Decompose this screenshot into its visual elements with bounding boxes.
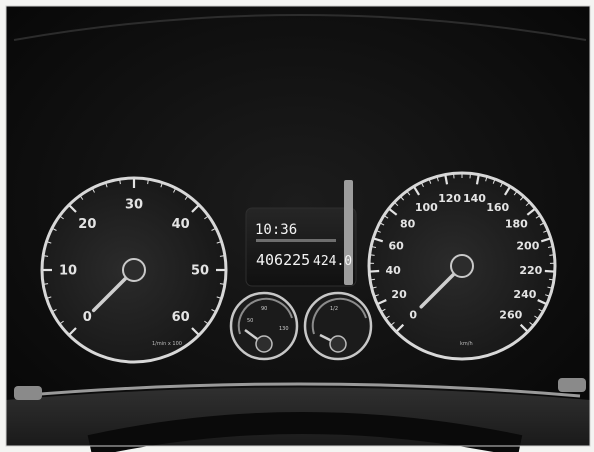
left-vent-button <box>14 386 42 400</box>
tachometer-label: 10 <box>59 264 77 279</box>
speedometer-label: 220 <box>519 264 542 277</box>
display-panel <box>245 207 357 287</box>
coolant-gauge: 50 90 130 <box>229 291 299 361</box>
speedometer-label: 60 <box>388 239 404 252</box>
speedometer-label: 40 <box>385 264 401 277</box>
tachometer-label: 30 <box>125 198 143 213</box>
lcd-divider <box>256 239 336 242</box>
fuel-hub <box>329 335 347 353</box>
shift-indicator-strip <box>344 180 353 285</box>
speedometer-caption: km/h <box>460 341 473 347</box>
tachometer-hub <box>122 258 146 282</box>
speedometer-tick <box>548 278 554 281</box>
speedometer-label: 80 <box>400 217 416 230</box>
tachometer-tick <box>219 283 224 285</box>
tachometer: 0 10 20 30 40 50 60 1/min x 100 <box>40 176 228 364</box>
tachometer-tick <box>119 180 121 185</box>
speedometer-label: 20 <box>391 288 407 301</box>
speedometer-label: 200 <box>516 239 539 252</box>
tachometer-tick <box>44 283 49 285</box>
coolant-hub <box>255 335 273 353</box>
speedometer-label: 160 <box>486 201 509 214</box>
clock-readout: 10:36 <box>255 222 297 238</box>
tachometer-label: 50 <box>191 264 209 279</box>
tachometer-label: 40 <box>172 217 190 232</box>
coolant-label-low: 50 <box>247 318 253 324</box>
speedometer-tick <box>544 269 554 273</box>
tachometer-label: 0 <box>83 310 92 325</box>
tachometer-tick <box>44 255 49 257</box>
speedometer-label: 260 <box>499 309 522 322</box>
instrument-cluster-photo: 0 10 20 30 40 50 60 1/min x 100 10:36 406225 4… <box>5 5 591 452</box>
speedometer-tick <box>370 269 380 273</box>
speedometer-label: 140 <box>463 192 486 205</box>
speedometer-label: 120 <box>438 192 461 205</box>
speedometer-label: 100 <box>415 201 438 214</box>
speedometer-tick <box>370 278 376 281</box>
tachometer-tick <box>147 180 149 185</box>
trip-readout: 424.0 <box>313 254 352 269</box>
tachometer-label: 20 <box>78 217 96 232</box>
coolant-label-mid: 90 <box>261 306 267 312</box>
right-vent-button <box>558 378 586 392</box>
speedometer-label: 240 <box>513 288 536 301</box>
speedometer: 020 40 60 80 100120 140160 180 200 220 240 260 km/… <box>367 171 557 361</box>
tachometer-label: 60 <box>172 310 190 325</box>
odometer-readout: 406225 <box>256 251 310 269</box>
fuel-gauge: 1/2 <box>303 291 373 361</box>
tachometer-tick <box>219 255 224 257</box>
speedometer-label: 180 <box>505 217 528 230</box>
tachometer-caption: 1/min x 100 <box>152 341 182 347</box>
coolant-label-high: 130 <box>279 326 289 332</box>
speedometer-hub <box>450 254 474 278</box>
speedometer-label: 0 <box>409 309 417 322</box>
fuel-label-half: 1/2 <box>330 306 338 312</box>
